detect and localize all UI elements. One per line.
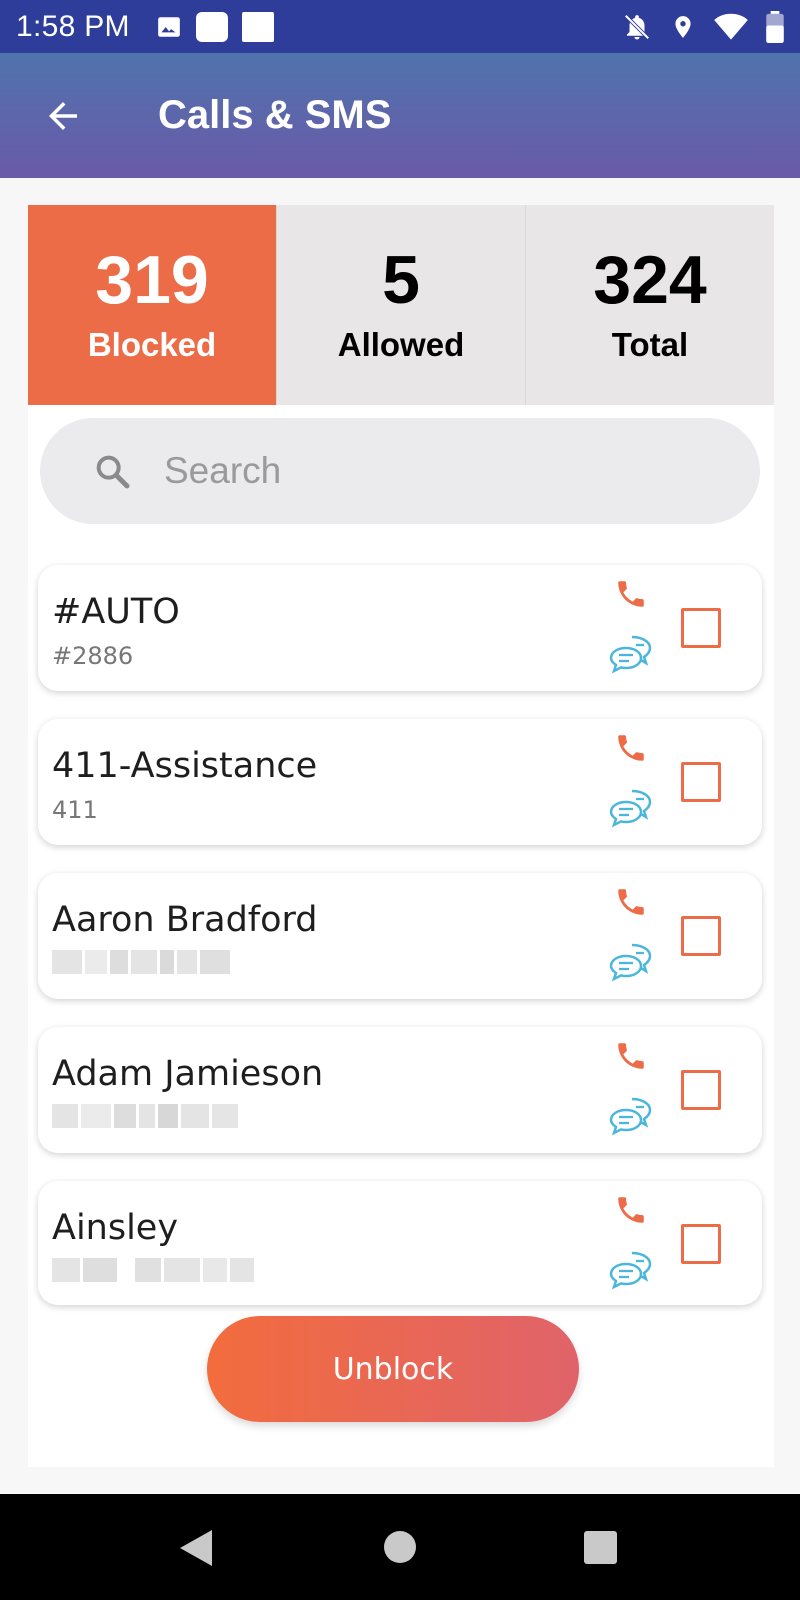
list-item[interactable]: Ainsley <box>38 1181 762 1305</box>
redacted-number <box>52 1104 238 1128</box>
app-bar: Calls & SMS <box>0 53 800 178</box>
stat-total[interactable]: 324 Total <box>525 205 774 405</box>
unblock-button[interactable]: Unblock <box>207 1316 579 1422</box>
arrow-left-icon <box>49 101 77 130</box>
contact-number: #2886 <box>52 642 134 670</box>
stat-blocked[interactable]: 319 Blocked <box>28 205 276 405</box>
stats-bar: 319 Blocked 5 Allowed 324 Total <box>28 205 774 405</box>
list-item[interactable]: Aaron Bradford <box>38 873 762 999</box>
search-input[interactable] <box>164 450 664 492</box>
chat-bubbles-icon <box>609 1251 652 1290</box>
stat-label: Blocked <box>87 326 217 363</box>
phone-icon <box>618 581 644 607</box>
nav-home-icon[interactable] <box>384 1531 416 1563</box>
stat-value: 319 <box>95 242 209 318</box>
phone-icon <box>618 735 644 761</box>
status-bar: 1:58 PM <box>0 0 800 53</box>
page-title: Calls & SMS <box>158 93 392 137</box>
battery-icon <box>766 10 784 43</box>
contact-number: 411 <box>52 796 98 824</box>
search-icon <box>96 455 130 489</box>
phone-icon <box>618 1197 644 1223</box>
image-icon <box>157 16 180 37</box>
contact-name: Aaron Bradford <box>52 900 318 940</box>
contact-name: Adam Jamieson <box>52 1054 324 1094</box>
contact-name: #AUTO <box>52 592 180 632</box>
app-icon <box>241 11 274 42</box>
search-bar[interactable] <box>40 418 760 524</box>
status-time: 1:58 PM <box>16 9 130 43</box>
nav-back-icon[interactable] <box>180 1530 212 1566</box>
back-button[interactable] <box>38 91 88 141</box>
chat-bubbles-icon <box>609 943 652 982</box>
select-checkbox[interactable] <box>681 916 721 956</box>
list-item[interactable]: #AUTO #2886 <box>38 565 762 691</box>
list-item[interactable]: 411-Assistance 411 <box>38 719 762 845</box>
chat-bubbles-icon <box>609 1097 652 1136</box>
stat-value: 324 <box>593 242 707 318</box>
chat-bubbles-icon <box>609 635 652 674</box>
select-checkbox[interactable] <box>681 608 721 648</box>
system-nav-bar <box>0 1494 800 1600</box>
select-checkbox[interactable] <box>681 1070 721 1110</box>
bell-off-icon <box>624 13 650 40</box>
chat-bubbles-icon <box>609 789 652 828</box>
contact-name: 411-Assistance <box>52 746 318 786</box>
location-icon <box>675 15 691 38</box>
phone-icon <box>618 889 644 915</box>
wifi-icon <box>714 13 748 40</box>
phone-icon <box>618 1043 644 1069</box>
content-panel: 319 Blocked 5 Allowed 324 Total #AUTO #2… <box>28 205 774 1467</box>
redacted-number <box>52 950 230 974</box>
stat-allowed[interactable]: 5 Allowed <box>276 205 525 405</box>
list-item[interactable]: Adam Jamieson <box>38 1027 762 1153</box>
app-icon <box>195 11 228 42</box>
select-checkbox[interactable] <box>681 1224 721 1264</box>
redacted-number <box>52 1258 254 1282</box>
stat-label: Allowed <box>337 326 465 363</box>
select-checkbox[interactable] <box>681 762 721 802</box>
contact-name: Ainsley <box>52 1208 179 1248</box>
stat-value: 5 <box>382 242 420 318</box>
nav-recents-icon[interactable] <box>584 1531 617 1564</box>
stat-label: Total <box>611 326 689 363</box>
